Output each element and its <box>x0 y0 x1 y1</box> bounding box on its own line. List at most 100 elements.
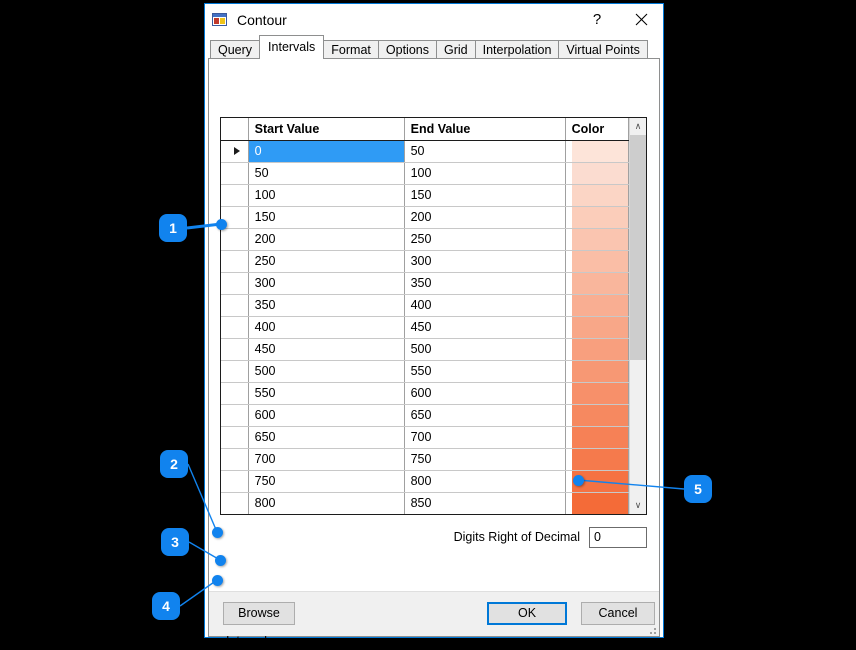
row-selector-cell[interactable] <box>221 294 249 317</box>
start-value-cell[interactable]: 150 <box>248 206 405 229</box>
tab-virtual-points[interactable]: Virtual Points <box>558 40 648 59</box>
tab-intervals[interactable]: Intervals <box>259 35 325 59</box>
row-selector-cell[interactable] <box>221 382 249 405</box>
color-swatch[interactable] <box>571 316 628 337</box>
table-row[interactable]: 500 550 <box>221 360 629 383</box>
row-selector-cell[interactable] <box>221 272 249 295</box>
color-cell[interactable] <box>565 404 629 427</box>
end-value-cell[interactable]: 550 <box>404 360 566 383</box>
row-selector-cell[interactable] <box>221 360 249 383</box>
start-value-cell[interactable]: 600 <box>248 404 405 427</box>
color-swatch[interactable] <box>571 272 628 293</box>
tab-grid[interactable]: Grid <box>435 40 476 59</box>
color-cell[interactable] <box>565 140 629 163</box>
start-value-cell[interactable]: 200 <box>248 228 405 251</box>
start-value-cell[interactable]: 400 <box>248 316 405 339</box>
color-cell[interactable] <box>565 426 629 449</box>
color-cell[interactable] <box>565 228 629 251</box>
table-row[interactable]: 400 450 <box>221 316 629 339</box>
tab-interpolation[interactable]: Interpolation <box>474 40 560 59</box>
col-header-color[interactable]: Color <box>565 118 629 141</box>
start-value-cell[interactable]: 350 <box>248 294 405 317</box>
row-selector-cell[interactable] <box>221 448 249 471</box>
color-swatch[interactable] <box>571 228 628 249</box>
digits-right-of-decimal-input[interactable] <box>589 526 647 548</box>
end-value-cell[interactable]: 50 <box>404 140 566 163</box>
tab-options[interactable]: Options <box>377 40 437 59</box>
color-swatch[interactable] <box>571 250 628 271</box>
start-value-cell[interactable]: 250 <box>248 250 405 273</box>
end-value-cell[interactable]: 100 <box>404 162 566 185</box>
end-value-cell[interactable]: 600 <box>404 382 566 405</box>
table-row[interactable]: 650 700 <box>221 426 629 449</box>
end-value-cell[interactable]: 150 <box>404 184 566 207</box>
intervals-grid[interactable]: Start Value End Value Color 0 50 50 100 100 1… <box>220 117 647 515</box>
color-cell[interactable] <box>565 250 629 273</box>
help-button[interactable]: ? <box>575 4 619 35</box>
grid-vertical-scrollbar[interactable]: ∧ ∨ <box>629 118 646 514</box>
color-cell[interactable] <box>565 338 629 361</box>
color-cell[interactable] <box>565 294 629 317</box>
color-swatch[interactable] <box>571 184 628 205</box>
start-value-cell[interactable]: 650 <box>248 426 405 449</box>
start-value-cell[interactable]: 450 <box>248 338 405 361</box>
row-selector-cell[interactable] <box>221 316 249 339</box>
row-selector-cell[interactable] <box>221 426 249 449</box>
tab-query[interactable]: Query <box>210 40 261 59</box>
end-value-cell[interactable]: 250 <box>404 228 566 251</box>
color-swatch[interactable] <box>571 470 628 491</box>
end-value-cell[interactable]: 200 <box>404 206 566 229</box>
cancel-button[interactable]: Cancel <box>581 602 655 625</box>
col-header-start-value[interactable]: Start Value <box>248 118 405 141</box>
col-header-end-value[interactable]: End Value <box>404 118 566 141</box>
start-value-cell[interactable]: 500 <box>248 360 405 383</box>
color-swatch[interactable] <box>571 338 628 359</box>
end-value-cell[interactable]: 300 <box>404 250 566 273</box>
scroll-down-icon[interactable]: ∨ <box>630 497 646 514</box>
color-swatch[interactable] <box>571 206 628 227</box>
ok-button[interactable]: OK <box>487 602 567 625</box>
table-row[interactable]: 450 500 <box>221 338 629 361</box>
end-value-cell[interactable]: 800 <box>404 470 566 493</box>
end-value-cell[interactable]: 350 <box>404 272 566 295</box>
table-row[interactable]: 300 350 <box>221 272 629 295</box>
table-row[interactable]: 700 750 <box>221 448 629 471</box>
color-cell[interactable] <box>565 184 629 207</box>
end-value-cell[interactable]: 450 <box>404 316 566 339</box>
scroll-up-icon[interactable]: ∧ <box>630 118 646 135</box>
color-swatch[interactable] <box>571 426 628 447</box>
row-selector-cell[interactable] <box>221 184 249 207</box>
start-value-cell[interactable]: 300 <box>248 272 405 295</box>
row-selector-cell[interactable] <box>221 404 249 427</box>
row-selector-cell[interactable] <box>221 162 249 185</box>
table-row[interactable]: 0 50 <box>221 140 629 163</box>
resize-grip-icon[interactable] <box>646 624 656 634</box>
row-selector-cell[interactable] <box>221 228 249 251</box>
color-cell[interactable] <box>565 492 629 514</box>
row-selector-cell[interactable] <box>221 250 249 273</box>
col-header-selector[interactable] <box>221 118 249 141</box>
color-swatch[interactable] <box>571 404 628 425</box>
color-swatch[interactable] <box>571 382 628 403</box>
table-row[interactable]: 350 400 <box>221 294 629 317</box>
close-icon[interactable] <box>619 4 663 35</box>
table-row[interactable]: 150 200 <box>221 206 629 229</box>
color-cell[interactable] <box>565 162 629 185</box>
color-cell[interactable] <box>565 470 629 493</box>
color-cell[interactable] <box>565 272 629 295</box>
table-row[interactable]: 100 150 <box>221 184 629 207</box>
row-selector-cell[interactable] <box>221 470 249 493</box>
color-cell[interactable] <box>565 316 629 339</box>
table-row[interactable]: 750 800 <box>221 470 629 493</box>
tab-format[interactable]: Format <box>323 40 379 59</box>
color-swatch[interactable] <box>571 492 628 513</box>
table-row[interactable]: 800 850 <box>221 492 629 514</box>
table-row[interactable]: 550 600 <box>221 382 629 405</box>
color-cell[interactable] <box>565 360 629 383</box>
color-swatch[interactable] <box>571 140 628 161</box>
row-selector-cell[interactable] <box>221 206 249 229</box>
end-value-cell[interactable]: 700 <box>404 426 566 449</box>
start-value-cell[interactable]: 750 <box>248 470 405 493</box>
row-selector-cell[interactable] <box>221 338 249 361</box>
start-value-cell[interactable]: 100 <box>248 184 405 207</box>
